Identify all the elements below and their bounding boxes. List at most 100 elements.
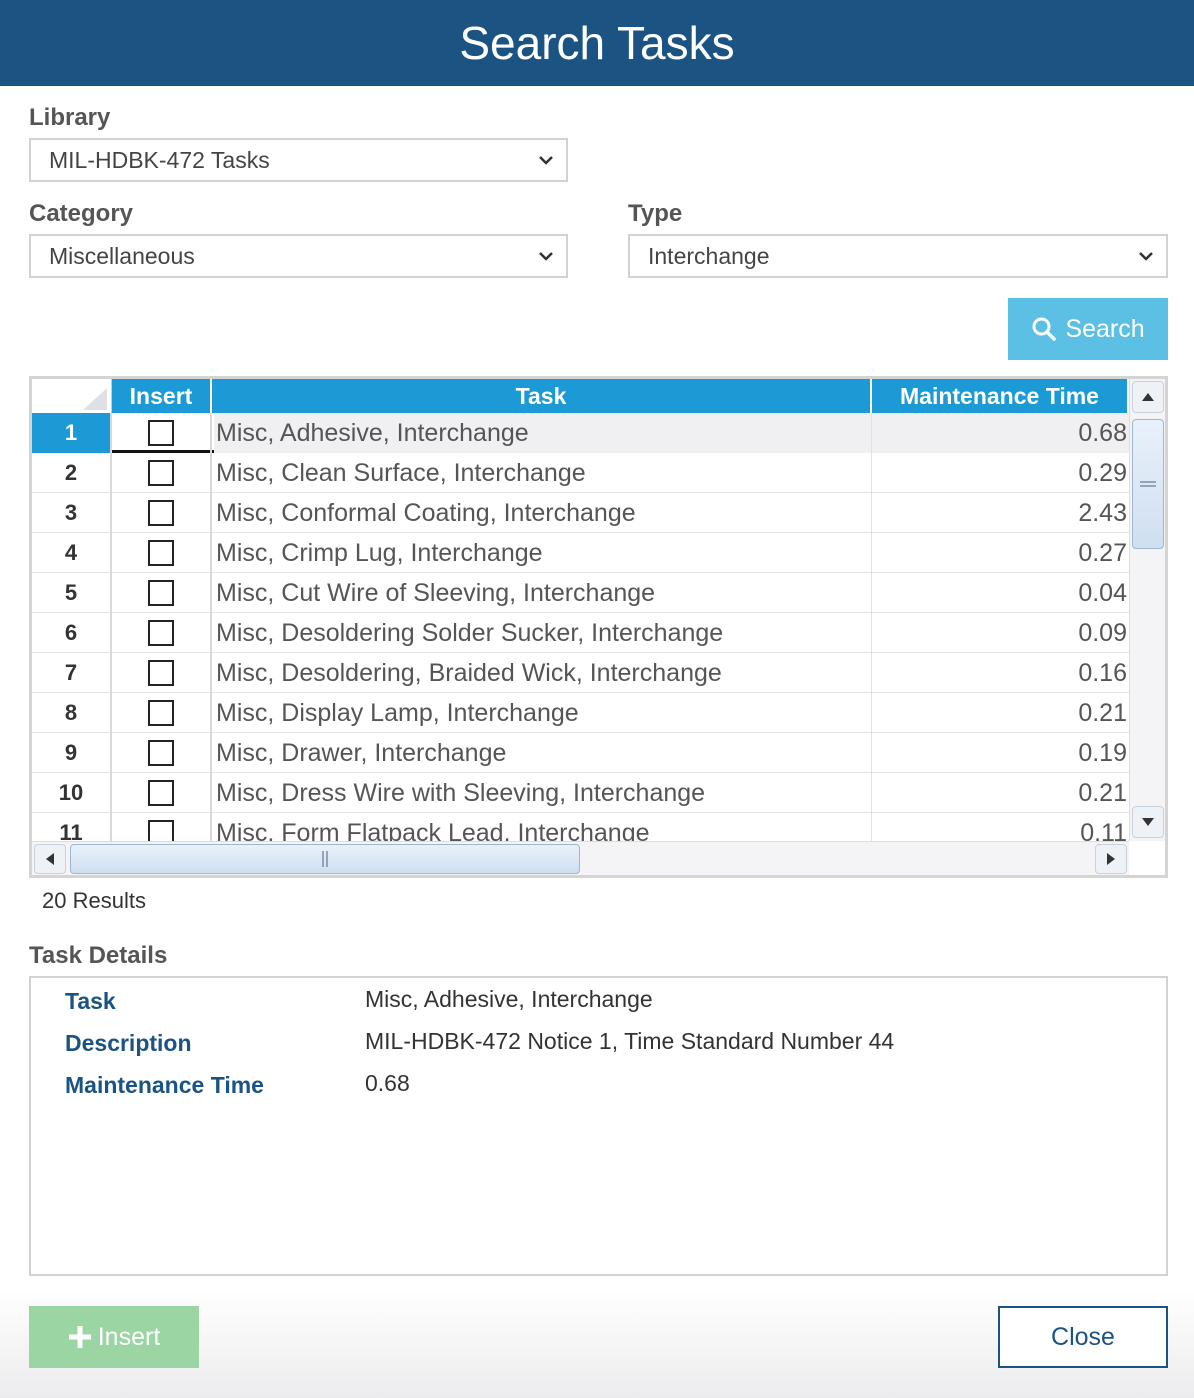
insert-cell <box>112 653 212 693</box>
maintenance-time-cell[interactable]: 0.04 <box>872 573 1129 613</box>
task-details-title: Task Details <box>29 942 168 969</box>
detail-task-value: Misc, Adhesive, Interchange <box>365 986 653 1012</box>
table-row[interactable]: 3 Misc, Conformal Coating, Interchange 2.4… <box>32 493 1129 533</box>
grid-corner[interactable] <box>32 379 112 413</box>
insert-checkbox[interactable] <box>148 740 174 766</box>
row-number[interactable]: 3 <box>32 493 112 533</box>
task-cell[interactable]: Misc, Form Flatpack Lead, Interchange <box>214 813 872 841</box>
dialog-title: Search Tasks <box>0 0 1194 86</box>
table-row[interactable]: 6 Misc, Desoldering Solder Sucker, Interc… <box>32 613 1129 653</box>
task-cell[interactable]: Misc, Crimp Lug, Interchange <box>214 533 872 573</box>
category-label: Category <box>29 200 134 227</box>
task-cell[interactable]: Misc, Clean Surface, Interchange <box>214 453 872 493</box>
library-select-value: MIL-HDBK-472 Tasks <box>49 146 270 173</box>
type-label: Type <box>628 200 683 227</box>
arrow-up-icon <box>1142 393 1154 401</box>
library-select[interactable]: MIL-HDBK-472 Tasks <box>29 138 568 182</box>
table-row[interactable]: 8 Misc, Display Lamp, Interchange 0.21 <box>32 693 1129 733</box>
arrow-down-icon <box>1142 818 1154 826</box>
tasks-grid[interactable]: Insert Task Maintenance Time 1 Misc, Adhe… <box>29 376 1168 878</box>
maintenance-time-cell[interactable]: 0.29 <box>872 453 1129 493</box>
table-row[interactable]: 5 Misc, Cut Wire of Sleeving, Interchange… <box>32 573 1129 613</box>
row-number[interactable]: 10 <box>32 773 112 813</box>
row-number[interactable]: 6 <box>32 613 112 653</box>
insert-checkbox[interactable] <box>148 620 174 646</box>
scroll-right-button[interactable] <box>1095 844 1127 874</box>
maintenance-time-cell[interactable]: 0.27 <box>872 533 1129 573</box>
maintenance-time-cell[interactable]: 0.11 <box>872 813 1129 842</box>
task-cell[interactable]: Misc, Display Lamp, Interchange <box>214 693 872 733</box>
task-cell[interactable]: Misc, Desoldering Solder Sucker, Interch… <box>214 613 872 653</box>
row-number[interactable]: 9 <box>32 733 112 773</box>
task-cell[interactable]: Misc, Conformal Coating, Interchange <box>214 493 872 533</box>
detail-task-label: Task <box>65 988 116 1014</box>
grip-icon <box>1140 481 1156 487</box>
row-number[interactable]: 1 <box>32 413 112 453</box>
detail-description-label: Description <box>65 1030 192 1056</box>
row-number[interactable]: 2 <box>32 453 112 493</box>
table-row[interactable]: 10 Misc, Dress Wire with Sleeving, Interc… <box>32 773 1129 813</box>
insert-checkbox[interactable] <box>148 820 174 841</box>
row-number[interactable]: 11 <box>32 813 112 841</box>
horizontal-scrollbar[interactable] <box>32 841 1129 875</box>
insert-checkbox[interactable] <box>148 420 174 446</box>
task-cell[interactable]: Misc, Dress Wire with Sleeving, Intercha… <box>214 773 872 813</box>
maintenance-time-cell[interactable]: 0.16 <box>872 653 1129 693</box>
scroll-up-button[interactable] <box>1132 381 1164 413</box>
grip-icon <box>322 851 328 867</box>
maintenance-time-cell[interactable]: 0.21 <box>872 693 1129 733</box>
select-all-icon <box>83 388 107 410</box>
insert-cell <box>112 813 212 841</box>
chevron-down-icon <box>539 156 553 165</box>
task-cell[interactable]: Misc, Desoldering, Braided Wick, Interch… <box>214 653 872 693</box>
row-number[interactable]: 4 <box>32 533 112 573</box>
scroll-left-button[interactable] <box>34 844 66 874</box>
category-select[interactable]: Miscellaneous <box>29 234 568 278</box>
row-number[interactable]: 8 <box>32 693 112 733</box>
maintenance-time-cell[interactable]: 0.09 <box>872 613 1129 653</box>
chevron-down-icon <box>1139 252 1153 261</box>
insert-checkbox[interactable] <box>148 460 174 486</box>
table-row[interactable]: 7 Misc, Desoldering, Braided Wick, Interc… <box>32 653 1129 693</box>
detail-description-value: MIL-HDBK-472 Notice 1, Time Standard Num… <box>365 1028 895 1054</box>
scroll-down-button[interactable] <box>1132 806 1164 838</box>
task-cell[interactable]: Misc, Cut Wire of Sleeving, Interchange <box>214 573 872 613</box>
table-row[interactable]: 11 Misc, Form Flatpack Lead, Interchange 0… <box>32 813 1129 841</box>
insert-cell <box>112 533 212 573</box>
type-select[interactable]: Interchange <box>628 234 1168 278</box>
insert-checkbox[interactable] <box>148 700 174 726</box>
type-select-value: Interchange <box>648 242 770 269</box>
plus-icon <box>68 1326 91 1348</box>
vertical-scrollbar[interactable] <box>1129 379 1165 841</box>
insert-checkbox[interactable] <box>148 580 174 606</box>
row-number[interactable]: 7 <box>32 653 112 693</box>
insert-checkbox[interactable] <box>148 540 174 566</box>
insert-cell <box>112 733 212 773</box>
maintenance-time-cell[interactable]: 0.68 <box>872 413 1129 453</box>
table-row[interactable]: 4 Misc, Crimp Lug, Interchange 0.27 <box>32 533 1129 573</box>
column-header-insert[interactable]: Insert <box>112 379 212 413</box>
close-button[interactable]: Close <box>998 1306 1168 1368</box>
table-row[interactable]: 2 Misc, Clean Surface, Interchange 0.29 <box>32 453 1129 493</box>
maintenance-time-cell[interactable]: 0.19 <box>872 733 1129 773</box>
insert-button[interactable]: Insert <box>29 1306 199 1368</box>
row-number[interactable]: 5 <box>32 573 112 613</box>
grid-rows: 1 Misc, Adhesive, Interchange 0.68 2 Misc, C… <box>32 413 1129 841</box>
maintenance-time-cell[interactable]: 2.43 <box>872 493 1129 533</box>
column-header-maintenance-time[interactable]: Maintenance Time <box>872 379 1129 413</box>
table-row[interactable]: 9 Misc, Drawer, Interchange 0.19 <box>32 733 1129 773</box>
horizontal-scroll-thumb[interactable] <box>70 844 580 874</box>
insert-checkbox[interactable] <box>148 660 174 686</box>
insert-checkbox[interactable] <box>148 500 174 526</box>
results-count: 20 Results <box>42 888 146 913</box>
maintenance-time-cell[interactable]: 0.21 <box>872 773 1129 813</box>
search-icon <box>1032 317 1057 341</box>
search-button[interactable]: Search <box>1008 298 1168 360</box>
insert-cell <box>112 413 212 453</box>
vertical-scroll-thumb[interactable] <box>1132 419 1164 549</box>
table-row[interactable]: 1 Misc, Adhesive, Interchange 0.68 <box>32 413 1129 453</box>
column-header-task[interactable]: Task <box>212 379 872 413</box>
task-cell[interactable]: Misc, Drawer, Interchange <box>214 733 872 773</box>
task-cell[interactable]: Misc, Adhesive, Interchange <box>214 413 872 453</box>
insert-checkbox[interactable] <box>148 780 174 806</box>
